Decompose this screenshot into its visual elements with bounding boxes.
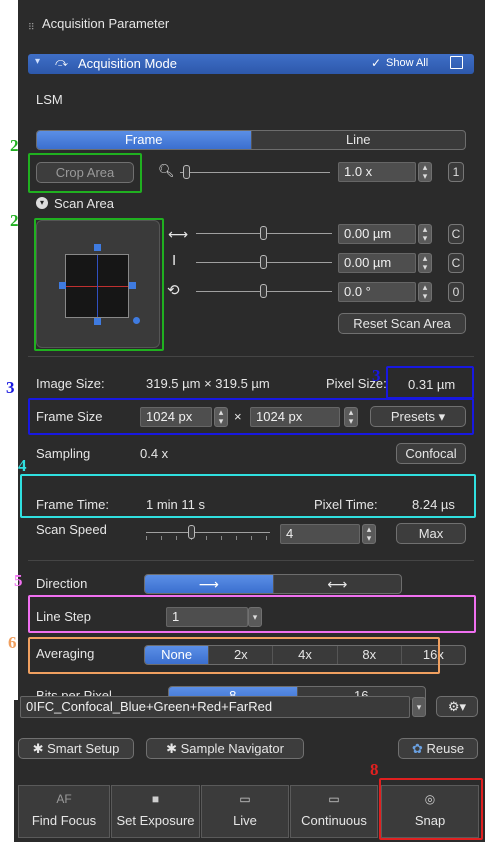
acquisition-mode-bar[interactable]: ▾ ⤼ Acquisition Mode ✓ Show All <box>28 54 474 74</box>
annotation-number: 4 <box>18 456 27 475</box>
sample-navigator-icon: ✱ <box>166 741 177 756</box>
offset-x-field[interactable]: 0.00 µm <box>338 224 416 244</box>
find-focus-label: Find Focus <box>31 813 97 828</box>
sampling-value: 0.4 x <box>140 446 169 461</box>
reuse-icon: ✿ <box>411 741 423 756</box>
confocal-button[interactable]: Confocal <box>396 443 466 464</box>
max-speed-button[interactable]: Max <box>396 523 466 544</box>
camera-icon: ■ <box>151 792 160 806</box>
offset-y-reset-button[interactable]: C <box>448 253 464 273</box>
reset-scan-area-button[interactable]: Reset Scan Area <box>338 313 466 334</box>
continuous-icon: ▭ <box>328 792 340 806</box>
unidirectional-option[interactable]: ⟶ <box>145 575 274 593</box>
annotation-number: 3 <box>6 378 15 397</box>
horizontal-offset-icon: ⟷ <box>168 226 189 242</box>
zoom-reset-button[interactable]: 1 <box>448 162 464 182</box>
show-all-toggle[interactable]: Show All <box>386 57 428 69</box>
checkmark-icon: ✓ <box>371 56 382 70</box>
offset-x-slider[interactable] <box>196 224 332 242</box>
zoom-stepper[interactable]: ▴ ▾ <box>418 162 432 182</box>
annotation-number: 2 <box>10 136 19 155</box>
smart-setup-icon: ✱ <box>32 741 44 756</box>
tab-line[interactable]: Line <box>252 131 466 149</box>
continuous-label: Continuous <box>301 813 367 828</box>
live-label: Live <box>233 813 257 828</box>
configuration-select[interactable]: 0IFC_Confocal_Blue+Green+Red+FarRed <box>20 696 410 718</box>
image-size-label: Image Size: <box>36 376 105 391</box>
rotation-reset-button[interactable]: 0 <box>448 282 464 302</box>
zoom-slider-knob[interactable] <box>183 165 190 179</box>
offset-x-knob[interactable] <box>260 226 267 240</box>
scan-speed-ticks <box>146 536 270 540</box>
live-button[interactable]: ▭ Live <box>201 785 289 838</box>
pixel-size-highlight <box>386 366 474 399</box>
annotation-number: 5 <box>14 571 23 590</box>
reuse-button[interactable]: ✿ Reuse <box>398 738 478 759</box>
sample-navigator-button[interactable]: ✱ Sample Navigator <box>146 738 304 759</box>
divider <box>28 560 474 561</box>
rotation-knob[interactable] <box>260 284 267 298</box>
mode-icon: ⤼ <box>55 55 68 69</box>
zoom-slider[interactable] <box>180 163 330 181</box>
crop-area-highlight <box>28 153 142 193</box>
set-exposure-label: Set Exposure <box>116 813 195 828</box>
sample-navigator-label: Sample Navigator <box>180 741 284 756</box>
rotation-icon: ⟲ <box>167 282 180 299</box>
collapse-icon[interactable]: ▾ <box>35 56 40 67</box>
set-exposure-button[interactable]: ■ Set Exposure <box>111 785 200 838</box>
image-size-value: 319.5 µm × 319.5 µm <box>146 376 270 391</box>
scan-speed-slider[interactable] <box>146 522 270 544</box>
offset-y-field[interactable]: 0.00 µm <box>338 253 416 273</box>
scan-type-tabs: Frame Line <box>36 130 466 150</box>
sampling-label: Sampling <box>36 446 91 461</box>
zoom-field[interactable]: 1.0 x <box>338 162 416 182</box>
grip-icon[interactable]: ⠿ <box>28 22 35 33</box>
zoom-icon: 🔍︎ <box>158 163 175 178</box>
scan-area-highlight <box>34 218 164 351</box>
smart-setup-label: Smart Setup <box>47 741 120 756</box>
frame-time-highlight <box>20 474 476 518</box>
scan-speed-knob[interactable] <box>188 525 195 539</box>
offset-x-stepper[interactable]: ▴ ▾ <box>418 224 432 244</box>
offset-y-stepper[interactable]: ▴ ▾ <box>418 253 432 273</box>
undock-icon[interactable] <box>450 56 463 69</box>
rotation-stepper[interactable]: ▴ ▾ <box>418 282 432 302</box>
annotation-number: 8 <box>370 760 379 779</box>
scan-speed-field[interactable]: 4 <box>280 524 360 544</box>
averaging-highlight <box>28 637 440 674</box>
smart-setup-button[interactable]: ✱ Smart Setup <box>18 738 134 759</box>
panel-title: Acquisition Parameter <box>42 16 170 31</box>
tab-frame[interactable]: Frame <box>37 131 252 149</box>
live-icon: ▭ <box>239 792 251 806</box>
lsm-label: LSM <box>36 92 63 107</box>
settings-gear-button[interactable]: ⚙▾ <box>436 696 478 717</box>
offset-x-reset-button[interactable]: C <box>448 224 464 244</box>
reuse-label: Reuse <box>426 741 465 756</box>
offset-y-slider[interactable] <box>196 253 332 271</box>
divider <box>28 356 474 357</box>
continuous-button[interactable]: ▭ Continuous <box>290 785 378 838</box>
annotation-number: 3 <box>372 366 381 385</box>
mode-title: Acquisition Mode <box>78 56 177 71</box>
vertical-offset-icon: I <box>172 252 177 269</box>
offset-y-knob[interactable] <box>260 255 267 269</box>
annotation-number: 2 <box>10 211 19 230</box>
snap-highlight <box>379 778 483 840</box>
direction-label: Direction <box>36 576 88 591</box>
annotation-number: 6 <box>8 633 17 652</box>
configuration-dropdown-button[interactable]: ▾ <box>412 697 426 717</box>
frame-size-highlight <box>28 398 474 435</box>
direction-toggle: ⟶ ⟷ <box>144 574 402 594</box>
expand-icon[interactable]: ▾ <box>36 197 48 209</box>
rotation-slider[interactable] <box>196 282 332 300</box>
rotation-field[interactable]: 0.0 ° <box>338 282 416 302</box>
bidirectional-option[interactable]: ⟷ <box>274 575 402 593</box>
line-step-highlight <box>28 595 476 633</box>
autofocus-icon: AF <box>56 792 72 806</box>
find-focus-button[interactable]: AF Find Focus <box>18 785 110 838</box>
scan-speed-stepper[interactable]: ▴ ▾ <box>362 524 376 544</box>
scan-area-label: Scan Area <box>54 196 114 211</box>
scan-speed-label: Scan Speed <box>36 522 107 537</box>
